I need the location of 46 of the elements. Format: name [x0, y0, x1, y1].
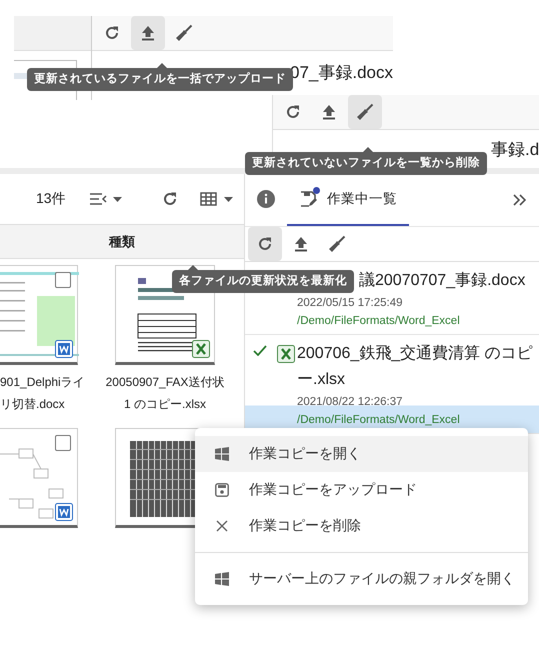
modified-date: 2021/08/22 12:26:37: [297, 395, 404, 410]
item-count: 13件: [36, 190, 66, 208]
info-icon: [257, 190, 275, 208]
refresh-icon: [104, 25, 120, 41]
upload-icon: [141, 25, 155, 41]
upload-icon: [322, 104, 336, 120]
excel-file-icon: [192, 340, 210, 358]
checkbox[interactable]: [55, 435, 71, 451]
tooltip: 更新されていないファイルを一覧から削除: [245, 152, 487, 175]
windows-icon: [215, 447, 229, 461]
menu-item[interactable]: 作業コピーを削除: [195, 508, 528, 544]
column-header[interactable]: 種類: [0, 224, 244, 259]
refresh-icon: [257, 236, 273, 252]
file-name: 20050907_FAX送付状 1 のコピー.xlsx: [106, 374, 224, 413]
checkbox[interactable]: [55, 272, 71, 288]
file-name: 901_Delphiライ リ切替.docx: [0, 374, 85, 413]
file-name: 議20070707_事録.docx: [359, 272, 526, 289]
upload-button[interactable]: [131, 16, 165, 50]
close-icon: [216, 520, 228, 532]
menu-item[interactable]: 作業コピーを開く: [195, 436, 528, 472]
folder-path: /Demo/FileFormats/Word_Excel: [297, 413, 461, 428]
check-icon: [253, 345, 267, 356]
upload-icon: [294, 236, 308, 252]
word-file-icon: [55, 340, 73, 358]
double-chevron-icon: [513, 194, 527, 206]
document-edit-icon: [299, 190, 317, 208]
broom-icon: [175, 24, 193, 42]
clean-button[interactable]: [348, 95, 382, 129]
tooltip: 各ファイルの更新状況を最新化: [172, 270, 354, 293]
tooltip: 更新されているファイルを一括でアップロード: [27, 68, 293, 91]
word-file-icon: [55, 503, 73, 521]
refresh-icon: [162, 191, 178, 207]
folder-path: /Demo/FileFormats/Word_Excel: [297, 314, 461, 329]
broom-icon: [356, 103, 374, 121]
broom-icon: [328, 235, 346, 253]
modified-date: 2022/05/15 17:25:49: [297, 296, 404, 311]
windows-icon: [215, 572, 229, 586]
excel-file-icon: [277, 345, 295, 363]
refresh-button[interactable]: [248, 227, 282, 261]
refresh-icon: [285, 104, 301, 120]
grid-view-icon: [200, 192, 236, 206]
menu-item[interactable]: 作業コピーをアップロード: [195, 472, 528, 508]
sort-icon: [90, 193, 122, 205]
menu-item[interactable]: サーバー上のファイルの親フォルダを開く: [195, 561, 528, 597]
file-name: 事録.d: [491, 139, 539, 161]
file-name: 200706_鉄飛_交通費清算 のコピー.xlsx: [297, 345, 533, 388]
